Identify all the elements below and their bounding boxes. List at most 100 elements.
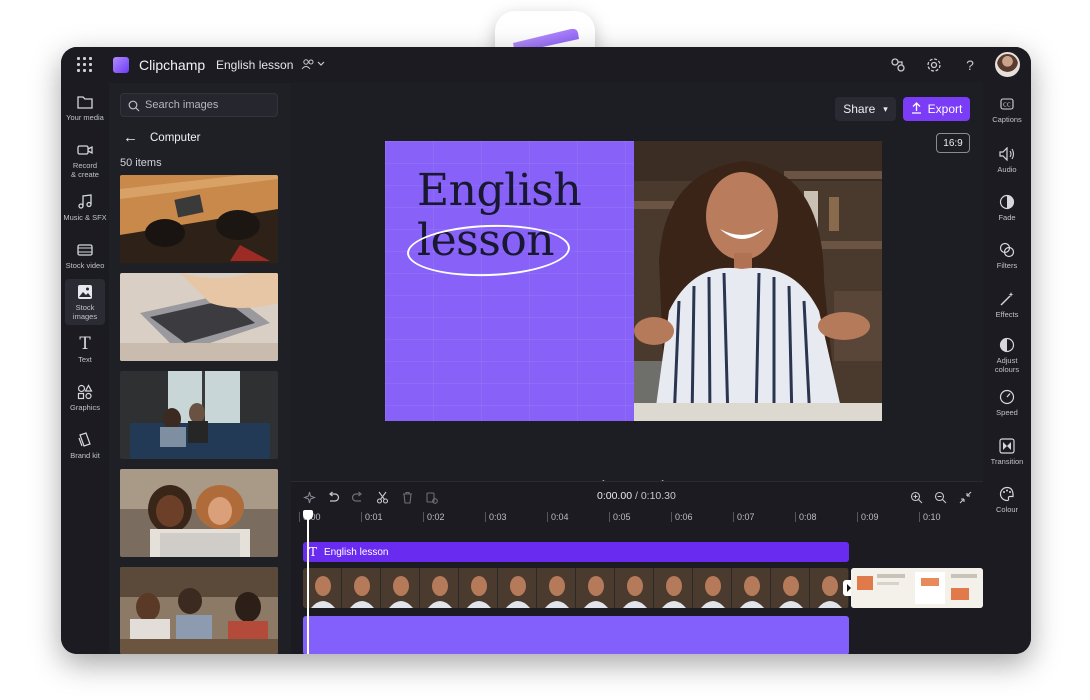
adjust-colours-icon — [998, 336, 1016, 354]
rail-brand-kit[interactable]: Brand kit — [61, 431, 109, 461]
back-to-computer[interactable]: ← Computer — [123, 129, 201, 146]
share-button[interactable]: Share ▾ — [835, 97, 896, 121]
svg-text:CC: CC — [1003, 103, 1011, 109]
rail-label: Fade — [998, 213, 1016, 222]
time-ruler[interactable]: 0:00 0:01 0:02 0:03 0:04 0:05 0:06 0:07 … — [299, 512, 983, 528]
rail-label: Adjust colours — [994, 356, 1020, 374]
rail-label: Audio — [997, 165, 1017, 174]
waffle-icon[interactable] — [77, 57, 93, 73]
user-avatar[interactable] — [995, 52, 1020, 77]
audio-clip[interactable] — [303, 616, 849, 654]
camera-icon — [76, 141, 94, 159]
export-button[interactable]: Export — [903, 97, 970, 121]
left-rail: Your media Record & create Music & SFX S… — [61, 83, 109, 654]
rail-label: Music & SFX — [63, 213, 107, 222]
music-icon — [76, 193, 94, 211]
rail-your-media[interactable]: Your media — [61, 93, 109, 123]
rail-label: Stock images — [72, 303, 98, 321]
text-clip-label: English lesson — [324, 546, 389, 558]
rail-label: Your media — [66, 113, 104, 122]
colour-icon — [998, 485, 1016, 503]
film-icon — [76, 241, 94, 259]
rail-fade[interactable]: Fade — [983, 193, 1031, 223]
text-icon: T — [309, 545, 318, 559]
magic-icon[interactable] — [301, 489, 317, 505]
delete-icon[interactable] — [399, 489, 415, 505]
rail-label: Speed — [996, 408, 1018, 417]
collapse-timeline-icon[interactable] — [957, 489, 973, 505]
brand-kit-icon — [76, 431, 94, 449]
undo-icon[interactable] — [325, 489, 341, 505]
rail-text[interactable]: T Text — [61, 334, 109, 365]
split-icon[interactable] — [374, 489, 390, 505]
rail-stock-images[interactable]: Stock images — [65, 279, 105, 325]
image-thumbnail-5[interactable] — [120, 567, 278, 654]
project-chevron-icon[interactable] — [301, 57, 327, 74]
rail-label: Captions — [992, 115, 1022, 124]
ruler-tick: 0:03 — [485, 512, 507, 522]
video-clip[interactable] — [303, 568, 849, 608]
rail-label: Stock video — [65, 261, 105, 270]
timecode: 0:00.00 / 0:10.30 — [597, 490, 676, 502]
search-icon — [128, 99, 140, 112]
image-thumbnail-3[interactable] — [120, 371, 278, 459]
ruler-tick: 0:01 — [361, 512, 383, 522]
ruler-tick: 0:07 — [733, 512, 755, 522]
rail-stock-video[interactable]: Stock video — [61, 241, 109, 271]
export-label: Export — [927, 102, 963, 116]
duplicate-icon[interactable] — [423, 489, 439, 505]
back-arrow-icon[interactable]: ← — [123, 129, 138, 146]
chevron-down-icon: ▾ — [883, 103, 888, 114]
rail-colour[interactable]: Colour — [983, 485, 1031, 515]
collab-icon[interactable] — [889, 56, 907, 74]
help-icon[interactable]: ? — [961, 56, 979, 74]
title-line-1: English — [417, 165, 582, 216]
slide-clip[interactable] — [851, 568, 983, 608]
playhead[interactable] — [303, 510, 313, 654]
rail-speed[interactable]: Speed — [983, 388, 1031, 418]
shapes-icon — [76, 383, 94, 401]
right-rail: CC Captions Audio Fade Filters Effects A… — [983, 83, 1031, 654]
image-thumbnail-2[interactable] — [120, 273, 278, 361]
rail-captions[interactable]: CC Captions — [983, 95, 1031, 125]
rail-label: Text — [78, 355, 92, 364]
rail-label: Transition — [990, 457, 1024, 466]
ruler-tick: 0:04 — [547, 512, 569, 522]
rail-record-create[interactable]: Record & create — [61, 141, 109, 179]
rail-graphics[interactable]: Graphics — [61, 383, 109, 413]
rail-label: Filters — [996, 261, 1018, 270]
search-input[interactable]: Search images — [120, 93, 278, 117]
item-count: 50 items — [120, 157, 162, 169]
rail-effects[interactable]: Effects — [983, 290, 1031, 320]
fade-icon — [998, 193, 1016, 211]
image-thumbnail-4[interactable] — [120, 469, 278, 557]
ruler-tick: 0:05 — [609, 512, 631, 522]
ruler-tick: 0:06 — [671, 512, 693, 522]
ruler-tick: 0:09 — [857, 512, 879, 522]
zoom-out-icon[interactable] — [932, 489, 948, 505]
folder-label: Computer — [150, 131, 201, 144]
total-time: 0:10.30 — [640, 490, 676, 502]
rail-label: Brand kit — [70, 451, 100, 460]
rail-filters[interactable]: Filters — [983, 241, 1031, 271]
text-clip[interactable]: T English lesson — [303, 542, 849, 562]
transition-icon — [998, 437, 1016, 455]
ruler-tick: 0:10 — [919, 512, 941, 522]
project-name[interactable]: English lesson — [216, 58, 293, 72]
rail-audio[interactable]: Audio — [983, 145, 1031, 175]
zoom-in-icon[interactable] — [908, 489, 924, 505]
rail-adjust-colours[interactable]: Adjust colours — [983, 336, 1031, 374]
image-thumbnail-1[interactable] — [120, 175, 278, 263]
clipchamp-window: Clipchamp English lesson ? Your media Re… — [61, 47, 1031, 654]
timeline: 0:00.00 / 0:10.30 0:00 0:01 0:02 0:03 0:… — [291, 481, 983, 654]
rail-label: Graphics — [69, 403, 100, 412]
rail-label: Colour — [995, 505, 1019, 514]
upload-icon — [911, 101, 922, 117]
rail-transition[interactable]: Transition — [983, 437, 1031, 467]
aspect-ratio-button[interactable]: 16:9 — [936, 133, 970, 153]
redo-icon[interactable] — [349, 489, 365, 505]
rail-music-sfx[interactable]: Music & SFX — [61, 193, 109, 223]
cc-icon: CC — [998, 95, 1016, 113]
video-canvas[interactable]: English lesson — [385, 141, 882, 421]
settings-icon[interactable] — [925, 56, 943, 74]
